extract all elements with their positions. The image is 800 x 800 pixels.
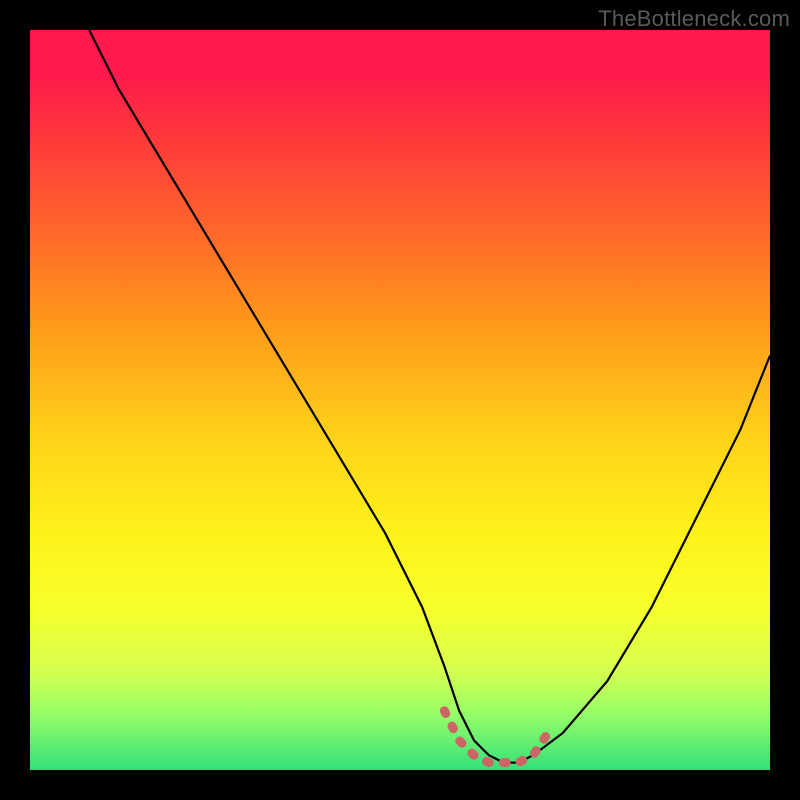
watermark-text: TheBottleneck.com [598, 6, 790, 32]
chart-frame: TheBottleneck.com [0, 0, 800, 800]
chart-plot-area [30, 30, 770, 770]
highlight-band-line [444, 711, 548, 763]
chart-svg [30, 30, 770, 770]
bottleneck-curve-line [89, 30, 770, 763]
